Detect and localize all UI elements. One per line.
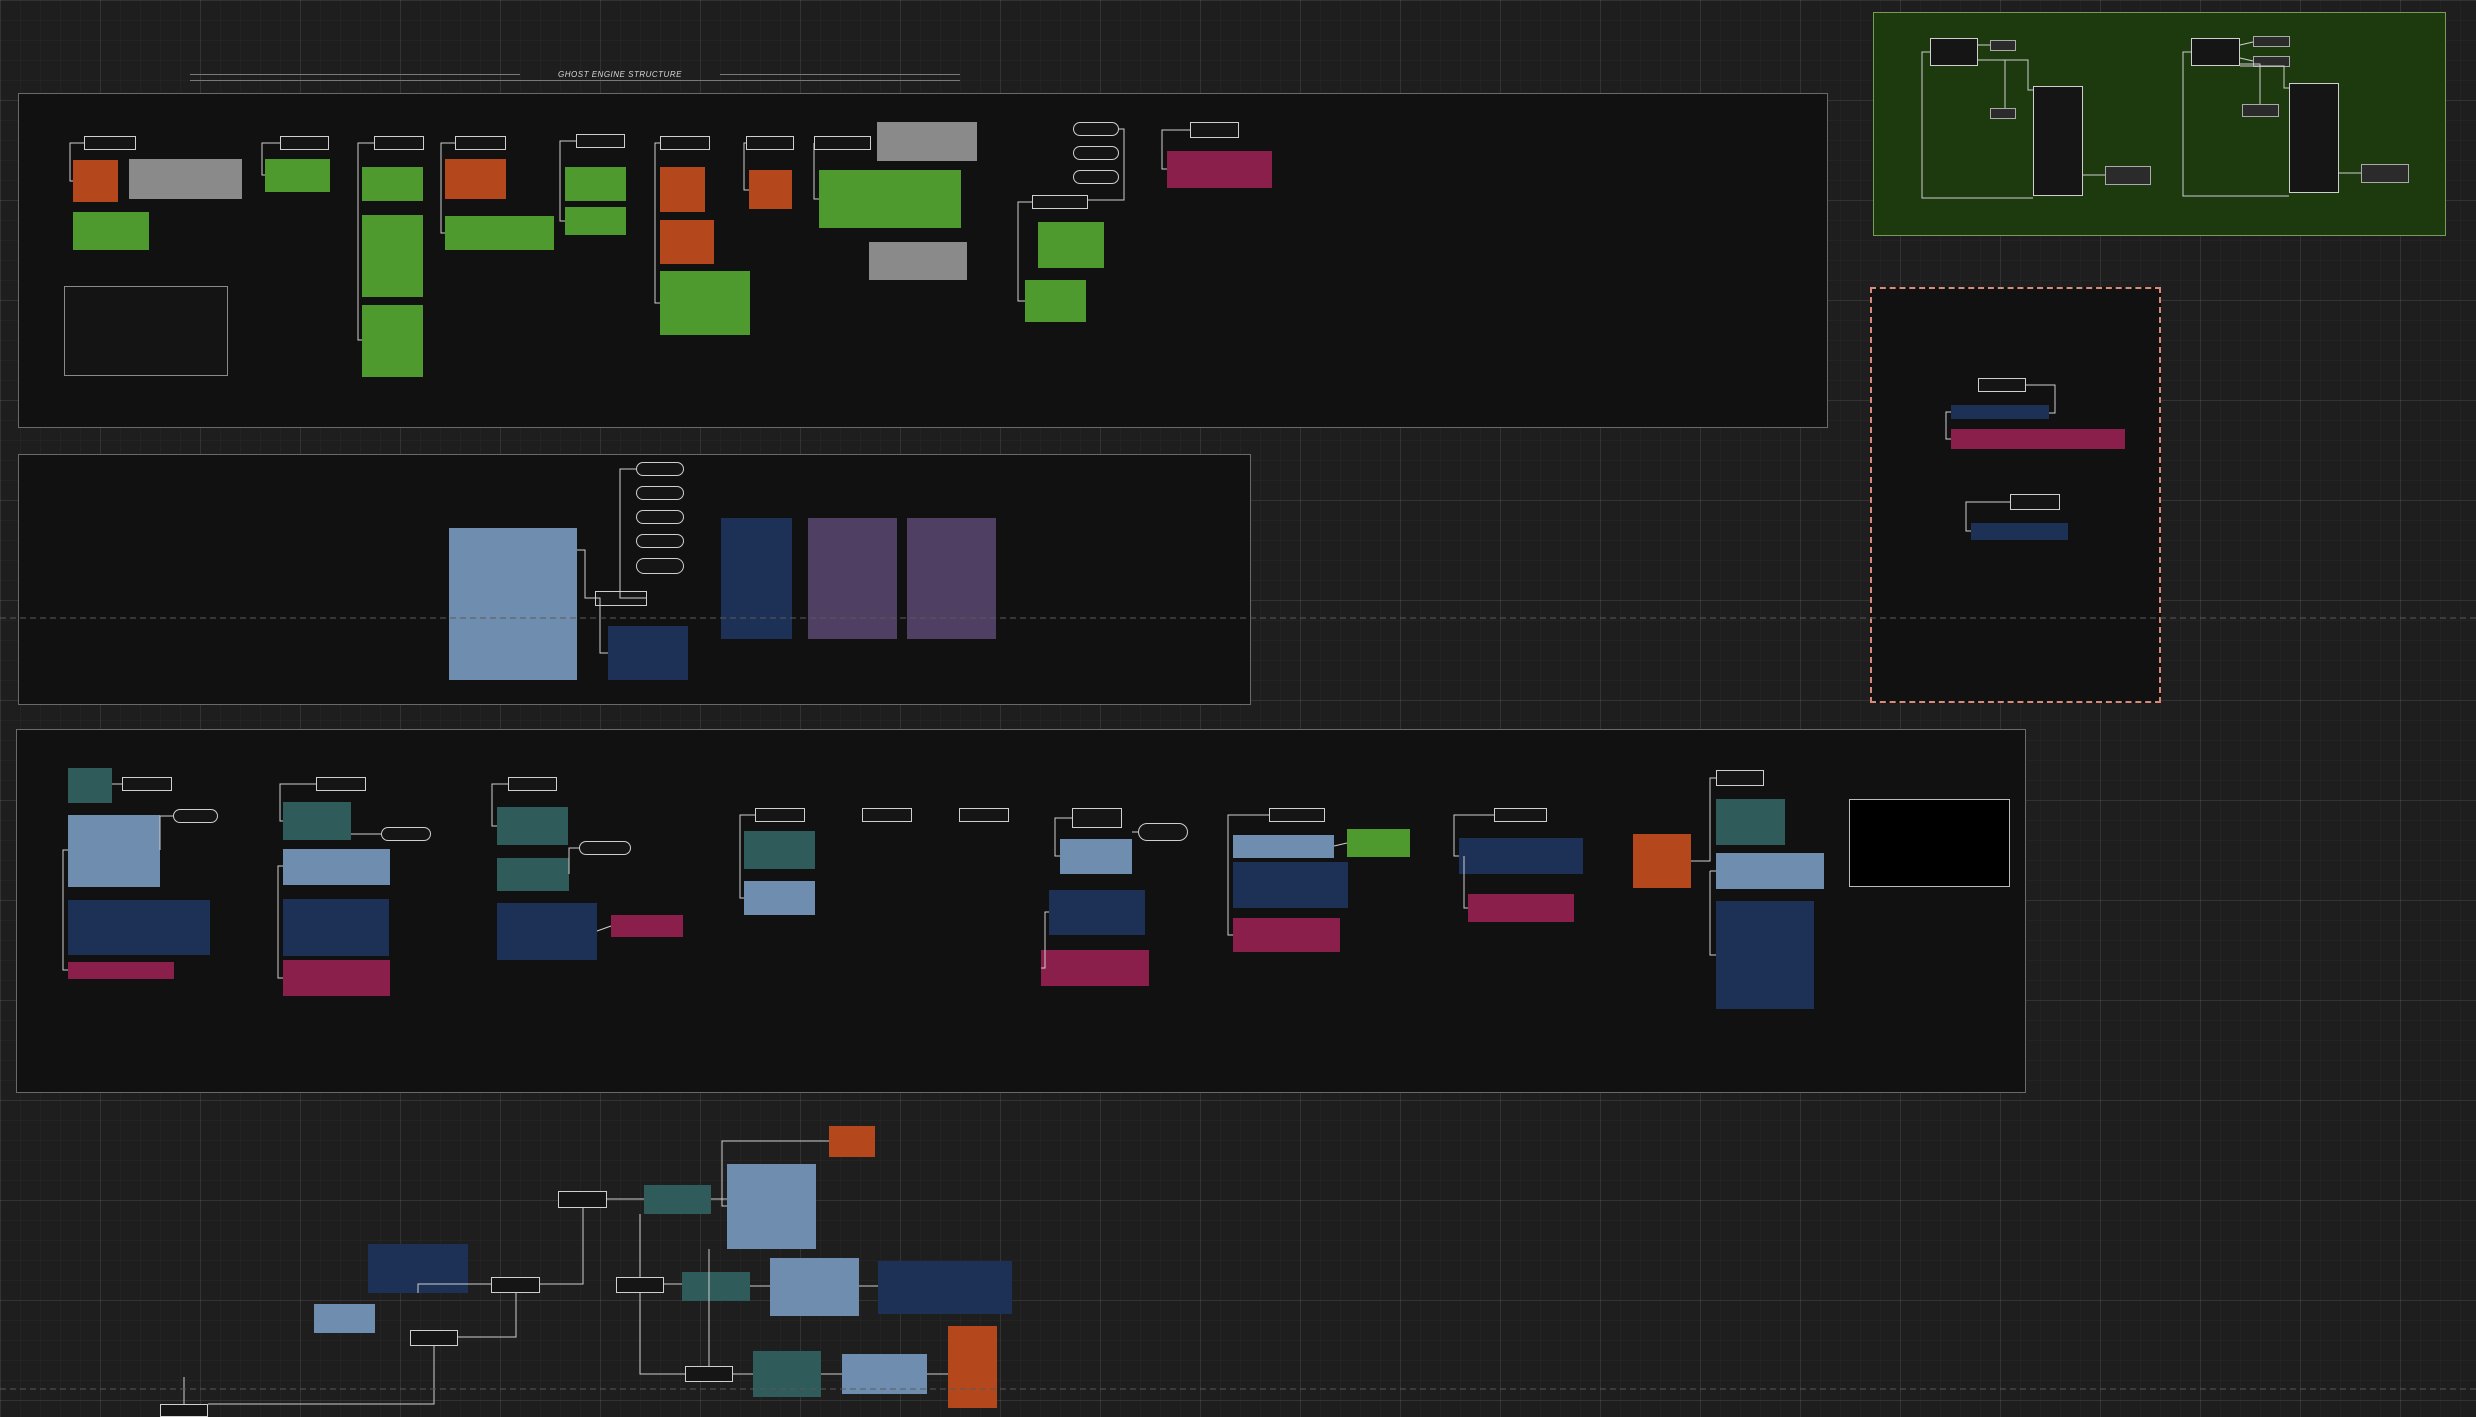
connector <box>279 783 316 822</box>
connector <box>2240 65 2289 89</box>
connector <box>2240 63 2261 104</box>
connector <box>357 142 374 341</box>
connector <box>208 1346 435 1405</box>
connector <box>1017 201 1032 302</box>
connector <box>458 1293 517 1338</box>
connector <box>1088 128 1125 201</box>
connector <box>1453 814 1494 857</box>
connector <box>159 815 173 850</box>
connector <box>2026 384 2056 414</box>
connector <box>1709 871 1716 956</box>
connector <box>639 1293 685 1375</box>
connector <box>1965 501 2010 532</box>
connector <box>1227 814 1269 936</box>
connector <box>568 847 579 874</box>
connector <box>813 143 819 200</box>
connector-lines <box>0 41 2476 1405</box>
connector <box>595 597 608 654</box>
connector <box>1945 411 1951 440</box>
connector <box>619 468 647 599</box>
connector <box>1463 856 1468 909</box>
connector <box>2239 57 2254 62</box>
connector <box>540 1208 584 1285</box>
connector <box>577 549 595 599</box>
connector <box>69 142 84 182</box>
connector <box>491 783 508 827</box>
connector <box>654 142 660 304</box>
connector <box>440 142 455 234</box>
connector <box>277 865 283 979</box>
connector <box>1041 911 1049 969</box>
connector <box>721 1140 829 1207</box>
connector <box>596 925 612 932</box>
connector <box>2182 51 2289 197</box>
connector <box>1054 817 1072 857</box>
connector <box>417 1283 491 1293</box>
connector <box>1161 129 1190 170</box>
connector <box>2239 41 2254 46</box>
connector <box>1921 51 2033 199</box>
connector <box>261 142 280 176</box>
connector <box>1978 59 2006 108</box>
connector <box>743 142 749 191</box>
connector <box>739 814 755 899</box>
connector <box>62 849 68 971</box>
diagram-canvas[interactable]: GHOST ENGINE STRUCTURE <box>0 0 2476 1417</box>
connector <box>559 140 576 222</box>
connector <box>1691 777 1716 862</box>
connector <box>1333 842 1348 847</box>
